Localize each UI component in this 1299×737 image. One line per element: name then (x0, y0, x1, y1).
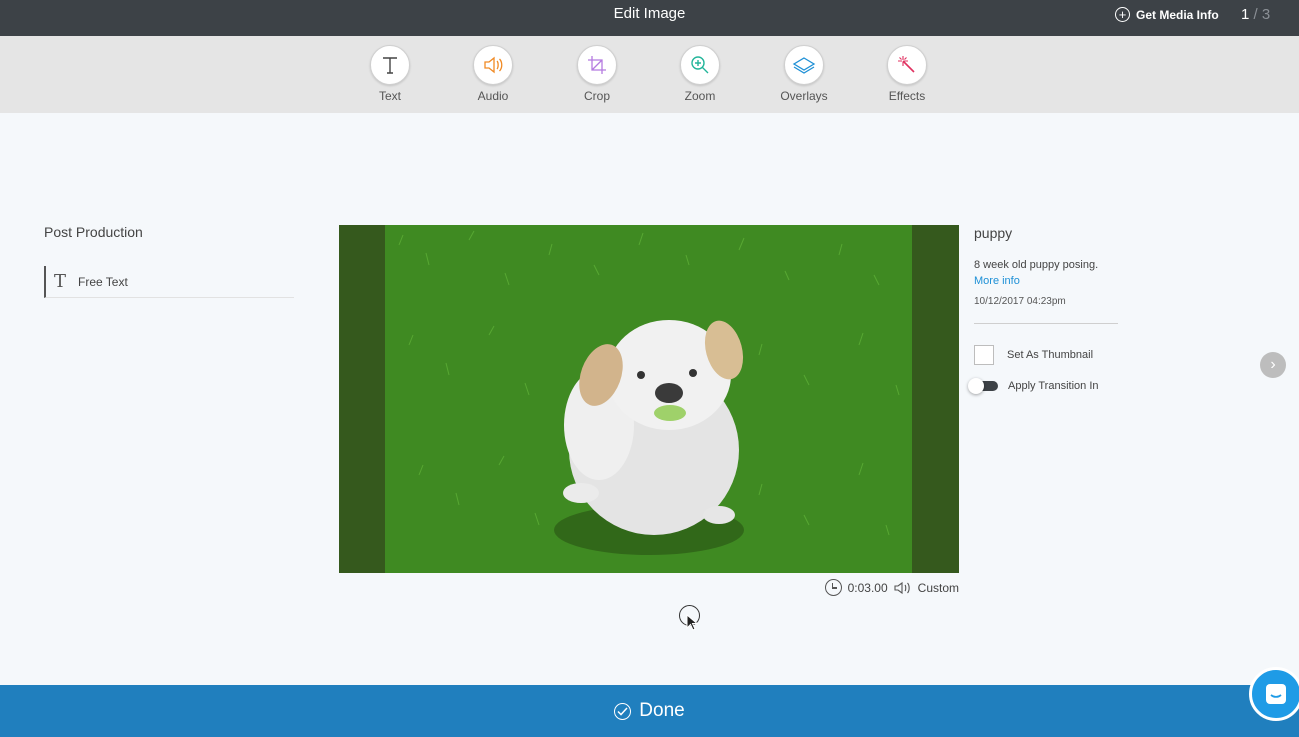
done-button[interactable]: Done (0, 685, 1299, 737)
media-name: puppy (974, 225, 1013, 241)
text-icon: T (54, 271, 67, 292)
page-title: Edit Image (613, 5, 686, 22)
image-preview (339, 225, 959, 573)
post-production-title: Post Production (44, 224, 143, 240)
pager-current: 1 (1241, 6, 1250, 23)
audio-icon (894, 581, 910, 594)
audio-setting-value[interactable]: Custom (918, 581, 959, 595)
overlays-tool-label: Overlays (780, 89, 828, 103)
audio-tool-button[interactable]: Audio (458, 45, 528, 103)
set-thumbnail-label: Set As Thumbnail (1007, 349, 1094, 361)
magic-wand-icon (887, 45, 927, 85)
panel-divider (974, 323, 1118, 324)
set-thumbnail-row: Set As Thumbnail (974, 345, 1093, 365)
set-thumbnail-checkbox[interactable] (974, 345, 994, 365)
get-media-info-label: Get Media Info (1136, 7, 1219, 22)
check-circle-icon (614, 702, 632, 720)
chevron-right-icon: › (1270, 356, 1276, 373)
crop-tool-button[interactable]: Crop (562, 45, 632, 103)
audio-icon (473, 45, 513, 85)
toggle-knob (968, 378, 984, 394)
pager-separator: / (1253, 6, 1258, 23)
chat-icon (1266, 684, 1286, 704)
audio-tool-label: Audio (477, 89, 509, 103)
apply-transition-toggle[interactable] (968, 378, 998, 394)
free-text-label: Free Text (78, 274, 128, 289)
zoom-icon (680, 45, 720, 85)
effects-tool-button[interactable]: Effects (872, 45, 942, 103)
free-text-item[interactable]: T Free Text (44, 266, 294, 298)
apply-transition-label: Apply Transition In (1008, 380, 1099, 392)
text-tool-button[interactable]: Text (355, 45, 425, 103)
next-image-button[interactable]: › (1260, 352, 1286, 378)
chat-launcher-button[interactable] (1249, 667, 1299, 721)
mouse-pointer-icon (686, 614, 698, 631)
effects-tool-label: Effects (888, 89, 926, 103)
zoom-tool-button[interactable]: Zoom (665, 45, 735, 103)
layers-icon (784, 45, 824, 85)
pager-total: 3 (1261, 6, 1271, 23)
media-info-panel: puppy 8 week old puppy posing. More info… (974, 225, 1119, 324)
get-media-info-button[interactable]: + Get Media Info (1115, 7, 1219, 22)
zoom-tool-label: Zoom (684, 89, 716, 103)
more-info-link[interactable]: More info (974, 275, 1119, 287)
duration-value[interactable]: 0:03.00 (848, 581, 888, 595)
overlays-tool-button[interactable]: Overlays (769, 45, 839, 103)
transition-row: Apply Transition In (968, 378, 1099, 394)
text-tool-label: Text (378, 89, 401, 103)
header-bar: Edit Image + Get Media Info 1 / 3 (0, 0, 1299, 36)
media-date: 10/12/2017 04:23pm (974, 296, 1066, 307)
media-description: 8 week old puppy posing. (974, 259, 1099, 271)
plus-circle-icon: + (1115, 7, 1130, 22)
done-label: Done (639, 700, 685, 721)
crop-icon (577, 45, 617, 85)
text-icon (370, 45, 410, 85)
clock-icon (824, 579, 842, 596)
crop-tool-label: Crop (583, 89, 610, 103)
pager: 1 / 3 (1241, 6, 1270, 23)
media-meta-row: 0:03.00 Custom (817, 579, 959, 596)
edit-toolbar: Text Audio Crop Zoom Overlays Effects (0, 36, 1299, 113)
